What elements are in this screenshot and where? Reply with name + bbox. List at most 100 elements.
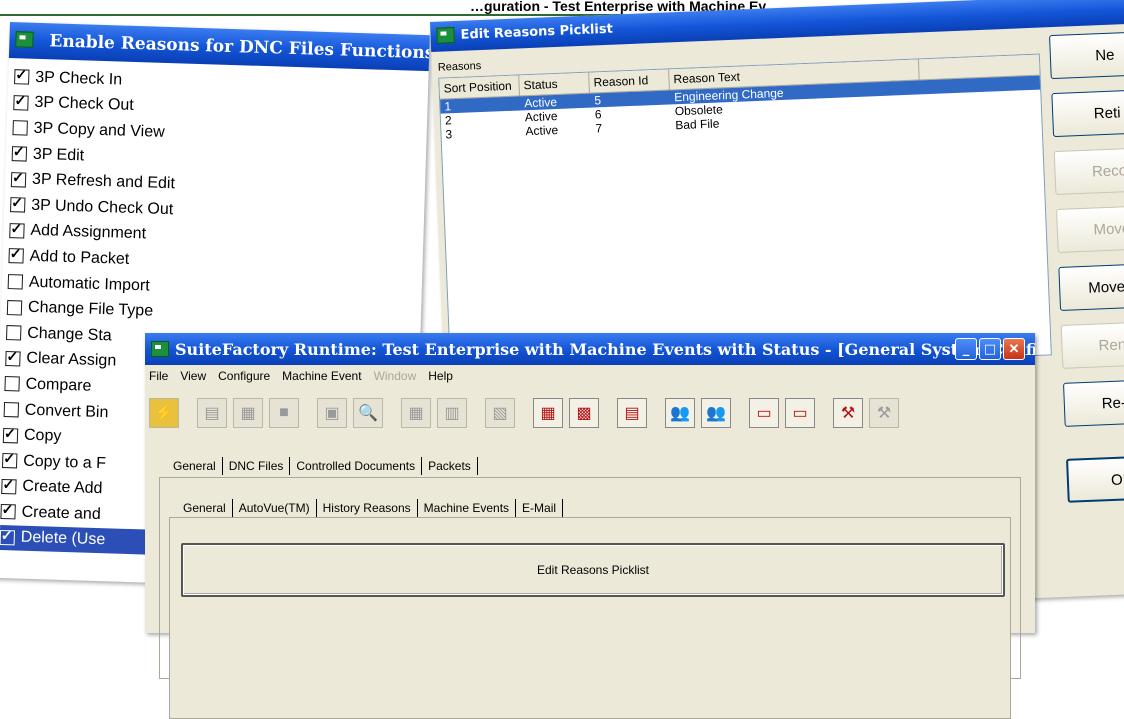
col-status[interactable]: Status — [519, 72, 590, 96]
close-icon[interactable]: ✕ — [1003, 338, 1025, 360]
zoom-icon[interactable]: 🔍 — [353, 398, 383, 428]
app-icon — [15, 31, 34, 48]
function-label: Automatic Import — [28, 273, 150, 295]
checkbox[interactable] — [10, 197, 26, 213]
tab-general[interactable]: General — [167, 457, 223, 475]
app-icon — [436, 27, 455, 44]
picklist-title: Edit Reasons Picklist — [460, 21, 614, 43]
function-label: Convert Bin — [24, 401, 109, 421]
menu-file[interactable]: File — [149, 369, 168, 383]
menu-help[interactable]: Help — [428, 369, 453, 383]
checkbox[interactable] — [12, 120, 28, 137]
function-label: 3P Edit — [32, 145, 85, 164]
menu-configure[interactable]: Configure — [218, 369, 270, 383]
ok-button[interactable]: OK — [1066, 454, 1124, 503]
sub-tabs: General AutoVue(TM) History Reasons Mach… — [177, 499, 564, 517]
menu-view[interactable]: View — [180, 369, 206, 383]
checkbox[interactable] — [1, 478, 17, 495]
function-label: 3P Copy and View — [33, 119, 165, 141]
view-document-icon[interactable]: ▦ — [233, 398, 263, 428]
subtab-email[interactable]: E-Mail — [516, 499, 564, 517]
function-label: Change File Type — [27, 298, 154, 320]
tab-controlled-documents[interactable]: Controlled Documents — [290, 457, 423, 475]
layout-icon[interactable]: ▦ — [533, 398, 563, 428]
toolbar: ⚡ ▤ ▦ ■ ▣ 🔍 ▦ ▥ ▧ ▦ ▩ ▤ 👥 👥 ▭ ▭ ⚒ ⚒ — [149, 391, 899, 435]
reco-button[interactable]: Reco — [1053, 146, 1124, 196]
compare-icon[interactable]: ▤ — [617, 398, 647, 428]
tools-icon[interactable]: ⚒ — [833, 398, 863, 428]
subtab-general[interactable]: General — [177, 499, 233, 517]
runtime-title: SuiteFactory Runtime: Test Enterprise wi… — [175, 340, 1035, 359]
col-reason-id[interactable]: Reason Id — [589, 69, 670, 93]
tools-disabled-icon[interactable]: ⚒ — [869, 398, 899, 428]
reason-cell-sort: 3 — [445, 127, 453, 142]
menu-machine-event[interactable]: Machine Event — [282, 369, 361, 383]
checkbox[interactable] — [0, 529, 16, 546]
checkbox[interactable] — [6, 299, 23, 316]
checkbox[interactable] — [6, 325, 22, 341]
table-icon[interactable]: ▥ — [437, 398, 467, 428]
card-edit-icon[interactable]: ▭ — [785, 398, 815, 428]
exit-icon[interactable]: ⚡ — [149, 398, 179, 428]
checkbox[interactable] — [13, 95, 29, 111]
function-label: Add to Packet — [29, 247, 130, 268]
user-group-icon[interactable]: 👥 — [701, 398, 731, 428]
maximize-icon[interactable]: □ — [979, 338, 1001, 360]
checkbox[interactable] — [7, 274, 24, 290]
machine-icon[interactable]: ▣ — [317, 398, 347, 428]
checkbox[interactable] — [2, 427, 19, 444]
tab-packets[interactable]: Packets — [422, 457, 478, 475]
card-icon[interactable]: ▭ — [749, 398, 779, 428]
suitefactory-runtime-window: SuiteFactory Runtime: Test Enterprise wi… — [145, 333, 1035, 719]
reasons-listview[interactable]: Sort Position Status Reason Id Reason Te… — [438, 53, 1052, 380]
menu-window[interactable]: Window — [374, 369, 417, 383]
copy-icon[interactable]: ■ — [269, 398, 299, 428]
function-label: 3P Check Out — [34, 94, 135, 115]
menu-bar: File View Configure Machine Event Window… — [149, 369, 453, 383]
tab-dnc-files[interactable]: DNC Files — [223, 457, 291, 475]
users-icon[interactable]: 👥 — [665, 398, 695, 428]
edit-reasons-picklist-button[interactable]: Edit Reasons Picklist — [181, 543, 1005, 597]
checkbox[interactable] — [14, 69, 30, 85]
function-label: 3P Refresh and Edit — [31, 170, 176, 193]
checkbox[interactable] — [0, 504, 16, 520]
function-label: Change Sta — [26, 324, 112, 345]
checkbox[interactable] — [5, 350, 21, 367]
move-up-button[interactable]: Move — [1056, 204, 1124, 253]
function-label: Copy — [23, 426, 62, 445]
checkbox[interactable] — [1, 453, 18, 469]
reasons-label: Reasons — [437, 59, 482, 74]
reason-cell-id: 7 — [595, 121, 603, 136]
chart-icon[interactable]: ▧ — [485, 398, 515, 428]
enable-reasons-titlebar[interactable]: Enable Reasons for DNC Files Functions — [8, 22, 430, 72]
reason-cell-status: Active — [525, 122, 559, 139]
resort-button[interactable]: Re-S — [1062, 378, 1124, 427]
checkbox[interactable] — [3, 402, 20, 418]
function-label: Clear Assign — [26, 350, 117, 370]
runtime-titlebar[interactable]: SuiteFactory Runtime: Test Enterprise wi… — [145, 333, 1035, 365]
renumber-button[interactable]: Renu — [1060, 320, 1124, 369]
function-label: Delete (Use — [20, 529, 106, 549]
checkbox[interactable] — [4, 376, 20, 392]
checkbox[interactable] — [8, 248, 24, 264]
enable-reasons-title: Enable Reasons for DNC Files Functions — [49, 31, 430, 64]
checkbox[interactable] — [11, 146, 28, 162]
split-icon[interactable]: ▩ — [569, 398, 599, 428]
subtab-autovue[interactable]: AutoVue(TM) — [233, 499, 317, 517]
subtab-machine-events[interactable]: Machine Events — [418, 499, 517, 517]
minimize-icon[interactable]: _ — [955, 338, 977, 360]
subtab-history-reasons[interactable]: History Reasons — [317, 499, 418, 517]
document-icon[interactable]: ▤ — [197, 398, 227, 428]
function-label: 3P Undo Check Out — [30, 196, 174, 218]
retire-button[interactable]: Reti — [1051, 88, 1124, 138]
function-label: Copy to a F — [22, 452, 107, 472]
checkbox[interactable] — [9, 222, 25, 239]
function-label: Compare — [25, 375, 92, 395]
checkbox[interactable] — [10, 171, 27, 188]
new-button[interactable]: Ne — [1049, 30, 1124, 80]
move-down-button[interactable]: Move D — [1058, 262, 1124, 311]
function-label: Create and — [21, 503, 102, 523]
grid-icon[interactable]: ▦ — [401, 398, 431, 428]
col-sort-position[interactable]: Sort Position — [439, 75, 521, 99]
function-label: Add Assignment — [30, 222, 147, 243]
